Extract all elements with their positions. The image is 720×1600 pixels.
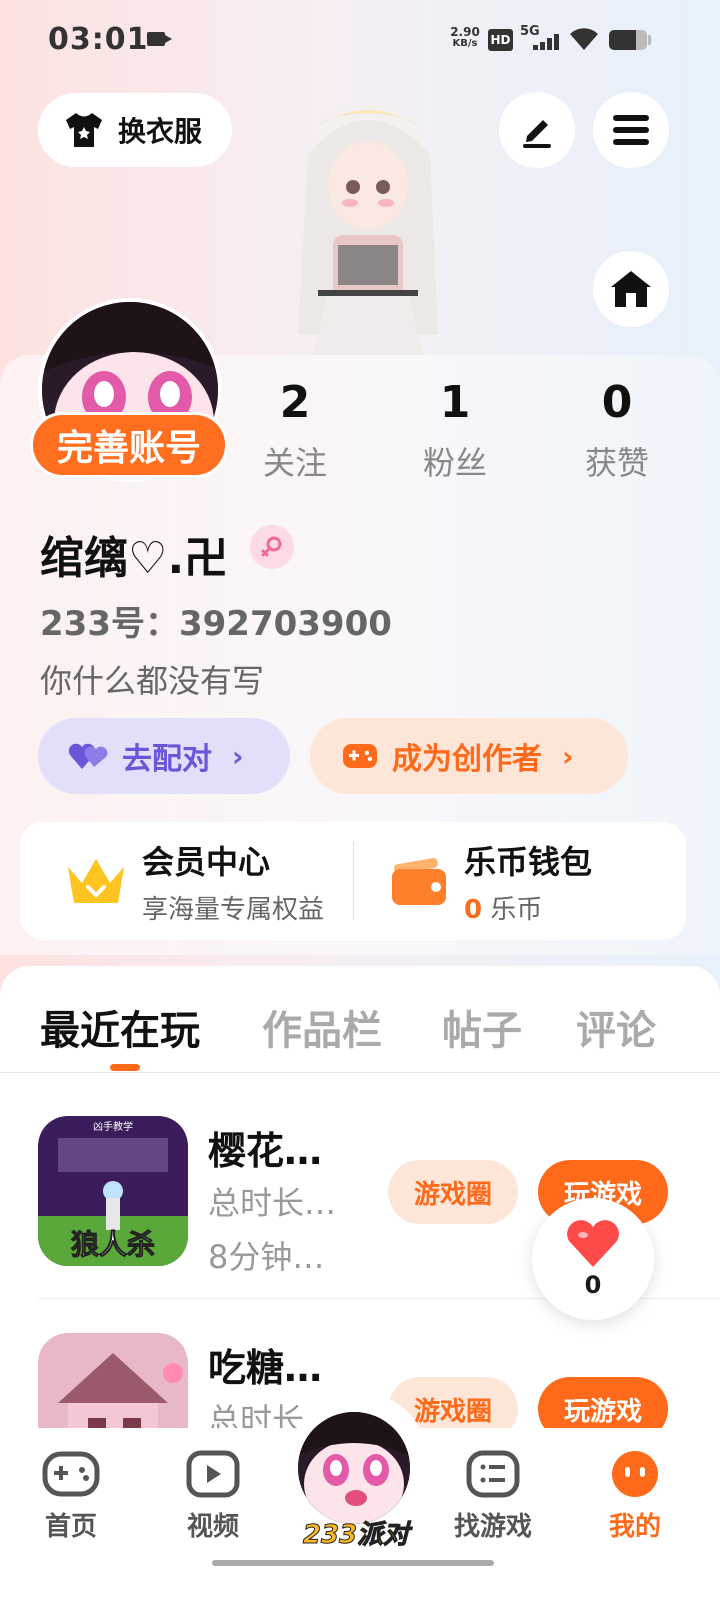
pen-icon — [523, 120, 551, 148]
nav-party-avatar[interactable] — [298, 1412, 410, 1524]
menu-icon — [613, 115, 649, 145]
stat-following[interactable]: 2 关注 — [230, 378, 360, 484]
tab-works[interactable]: 作品栏 — [262, 998, 382, 1056]
game-duration: 8分钟… — [208, 1238, 325, 1276]
nav-video-label: 视频 — [186, 1512, 239, 1542]
screen-record-icon — [147, 32, 172, 46]
me-face-icon — [612, 1451, 658, 1497]
tab-recently-played[interactable]: 最近在玩 — [40, 998, 200, 1056]
wallet-unit: 乐币 — [490, 894, 543, 925]
stat-followers[interactable]: 1 粉丝 — [390, 378, 520, 484]
home-indicator — [212, 1560, 494, 1566]
chevron-right-icon: › — [562, 739, 574, 773]
vip-wallet-card: 会员中心 享海量专属权益 乐币钱包 0 乐币 — [20, 822, 686, 940]
tshirt-icon — [66, 113, 102, 147]
tab-divider — [0, 1072, 720, 1073]
become-creator-button[interactable]: 成为创作者 › — [310, 718, 628, 794]
like-float-button[interactable]: 0 — [532, 1198, 654, 1320]
change-clothes-label: 换衣服 — [118, 115, 203, 148]
gamepad-icon — [343, 744, 377, 768]
battery-icon — [609, 30, 647, 50]
creator-label: 成为创作者 — [392, 742, 542, 777]
nav-me-label: 我的 — [608, 1512, 661, 1542]
signal-icon — [533, 34, 561, 50]
game-thumb-header: 凶手教学 — [93, 1120, 133, 1133]
hd-badge: HD — [488, 29, 513, 51]
menu-button[interactable] — [593, 92, 669, 168]
game-name: 樱花… — [208, 1129, 323, 1173]
status-time: 03:01 — [48, 22, 149, 57]
tab-comments[interactable]: 评论 — [576, 998, 656, 1056]
nav-home[interactable]: 首页 — [16, 1450, 126, 1543]
hearts-icon — [68, 743, 108, 769]
stat-likes-label: 获赞 — [584, 444, 649, 482]
home-button[interactable] — [593, 251, 669, 327]
status-bar: 03:01 2.90 KB/s HD 5G — [0, 0, 720, 80]
stat-likes[interactable]: 0 获赞 — [552, 378, 682, 484]
wallet-title: 乐币钱包 — [464, 842, 593, 881]
home-icon — [611, 271, 651, 307]
crown-icon — [68, 859, 124, 903]
gamepad-icon — [42, 1451, 100, 1497]
network-speed-value: 2.90 — [450, 25, 480, 39]
wallet-balance: 0 乐币 — [464, 889, 592, 926]
member-center-subtitle: 享海量专属权益 — [142, 894, 325, 925]
game-total-time: 总时长… — [208, 1184, 337, 1222]
video-icon — [186, 1450, 240, 1498]
member-center-title: 会员中心 — [142, 842, 271, 881]
network-speed-unit: KB/s — [452, 38, 478, 49]
wifi-icon — [570, 28, 598, 50]
tab-indicator — [110, 1064, 140, 1071]
complete-account-button[interactable]: 完善账号 — [30, 412, 228, 478]
edit-profile-button[interactable] — [499, 92, 575, 168]
user-bio: 你什么都没有写 — [40, 662, 265, 700]
nav-find-games-label: 找游戏 — [453, 1512, 532, 1542]
divider — [353, 842, 354, 920]
game-circle-button[interactable]: 游戏圈 — [388, 1160, 518, 1224]
network-speed: 2.90 KB/s — [448, 26, 482, 50]
stat-following-label: 关注 — [262, 444, 327, 482]
tab-posts[interactable]: 帖子 — [442, 998, 522, 1056]
stat-followers-label: 粉丝 — [422, 444, 487, 482]
like-count: 0 — [584, 1271, 602, 1299]
change-clothes-button[interactable]: 换衣服 — [38, 93, 232, 167]
game-thumb-title: 狼人杀 — [71, 1228, 155, 1261]
match-label: 去配对 — [122, 742, 212, 777]
member-center-entry[interactable]: 会员中心 享海量专属权益 — [64, 822, 324, 940]
battery-tip — [648, 35, 651, 45]
wallet-entry[interactable]: 乐币钱包 0 乐币 — [390, 822, 592, 940]
wallet-icon — [392, 857, 446, 905]
game-thumbnail[interactable]: 凶手教学 狼人杀 — [38, 1116, 188, 1266]
nav-party-label[interactable]: 233派对 — [296, 1514, 416, 1551]
avatar-character-figure[interactable] — [258, 95, 478, 360]
nav-find-games[interactable]: 找游戏 — [438, 1450, 548, 1543]
list-icon — [466, 1450, 520, 1498]
female-gender-icon — [250, 525, 294, 569]
stat-following-value: 2 — [279, 377, 311, 428]
game-name: 吃糖… — [208, 1346, 323, 1390]
user-id: 233号：392703900 — [40, 604, 392, 644]
nav-home-label: 首页 — [44, 1512, 97, 1542]
stat-followers-value: 1 — [439, 377, 471, 428]
nav-video[interactable]: 视频 — [158, 1450, 268, 1543]
stat-likes-value: 0 — [601, 377, 633, 428]
heart-icon — [567, 1220, 619, 1267]
username: 绾缡♡.卍 — [40, 533, 229, 584]
wallet-amount: 0 — [464, 894, 483, 925]
nav-me[interactable]: 我的 — [580, 1450, 690, 1543]
match-button[interactable]: 去配对 › — [38, 718, 290, 794]
chevron-right-icon: › — [232, 739, 244, 773]
